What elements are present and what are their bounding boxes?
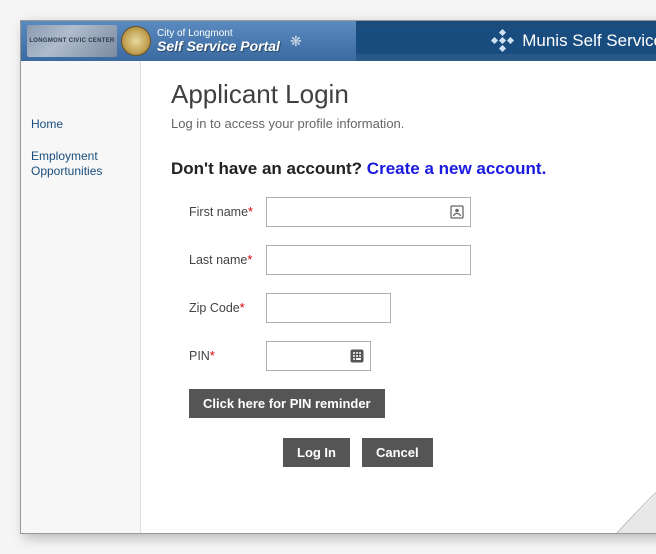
required-asterisk: * — [210, 349, 215, 363]
product-name: Munis Self Service — [522, 31, 656, 51]
required-asterisk: * — [248, 205, 253, 219]
header-bar: LONGMONT CIVIC CENTER City of Longmont S… — [21, 21, 656, 61]
civic-center-photo: LONGMONT CIVIC CENTER — [27, 25, 117, 57]
label-pin-text: PIN — [189, 349, 210, 363]
row-first-name: First name* — [171, 197, 647, 227]
create-account-prompt: Don't have an account? Create a new acco… — [171, 159, 647, 179]
pin-reminder-button[interactable]: Click here for PIN reminder — [189, 389, 385, 418]
city-seal-icon — [121, 26, 151, 56]
main-content: Applicant Login Log in to access your pr… — [141, 61, 656, 533]
body-area: Home Employment Opportunities Applicant … — [21, 61, 656, 533]
row-zip: Zip Code* — [171, 293, 647, 323]
row-pin: PIN* — [171, 341, 647, 371]
required-asterisk: * — [240, 301, 245, 315]
sidebar: Home Employment Opportunities — [21, 61, 141, 533]
page-title: Applicant Login — [171, 79, 647, 110]
label-first-name: First name* — [171, 205, 266, 219]
first-name-input[interactable] — [266, 197, 471, 227]
login-button[interactable]: Log In — [283, 438, 350, 467]
contact-card-icon — [449, 204, 465, 220]
label-first-name-text: First name — [189, 205, 248, 219]
civic-center-photo-caption: LONGMONT CIVIC CENTER — [29, 38, 114, 44]
banner-line2: Self Service Portal — [157, 39, 280, 53]
row-last-name: Last name* — [171, 245, 647, 275]
action-row: Log In Cancel — [171, 438, 647, 467]
label-zip: Zip Code* — [171, 301, 266, 315]
required-asterisk: * — [247, 253, 252, 267]
sidebar-item-employment-opportunities[interactable]: Employment Opportunities — [21, 141, 140, 188]
banner-text: City of Longmont Self Service Portal — [157, 29, 280, 53]
pin-reminder-row: Click here for PIN reminder — [189, 389, 647, 418]
last-name-input[interactable] — [266, 245, 471, 275]
munis-logo: Munis Self Service — [490, 28, 656, 54]
keypad-icon — [349, 348, 365, 364]
label-last-name: Last name* — [171, 253, 266, 267]
zip-input[interactable] — [266, 293, 391, 323]
label-zip-text: Zip Code — [189, 301, 240, 315]
page-subtitle: Log in to access your profile informatio… — [171, 116, 647, 131]
label-pin: PIN* — [171, 349, 266, 363]
prompt-static-text: Don't have an account? — [171, 159, 367, 178]
product-brand-area: Munis Self Service — [356, 28, 656, 54]
create-account-link[interactable]: Create a new account. — [367, 159, 547, 178]
city-banner: LONGMONT CIVIC CENTER City of Longmont S… — [21, 21, 356, 61]
sparkle-icon: ❋ — [290, 34, 304, 48]
cancel-button[interactable]: Cancel — [362, 438, 433, 467]
app-window: LONGMONT CIVIC CENTER City of Longmont S… — [20, 20, 656, 534]
label-last-name-text: Last name — [189, 253, 247, 267]
munis-dots-icon — [490, 28, 516, 54]
sidebar-item-home[interactable]: Home — [21, 109, 140, 141]
